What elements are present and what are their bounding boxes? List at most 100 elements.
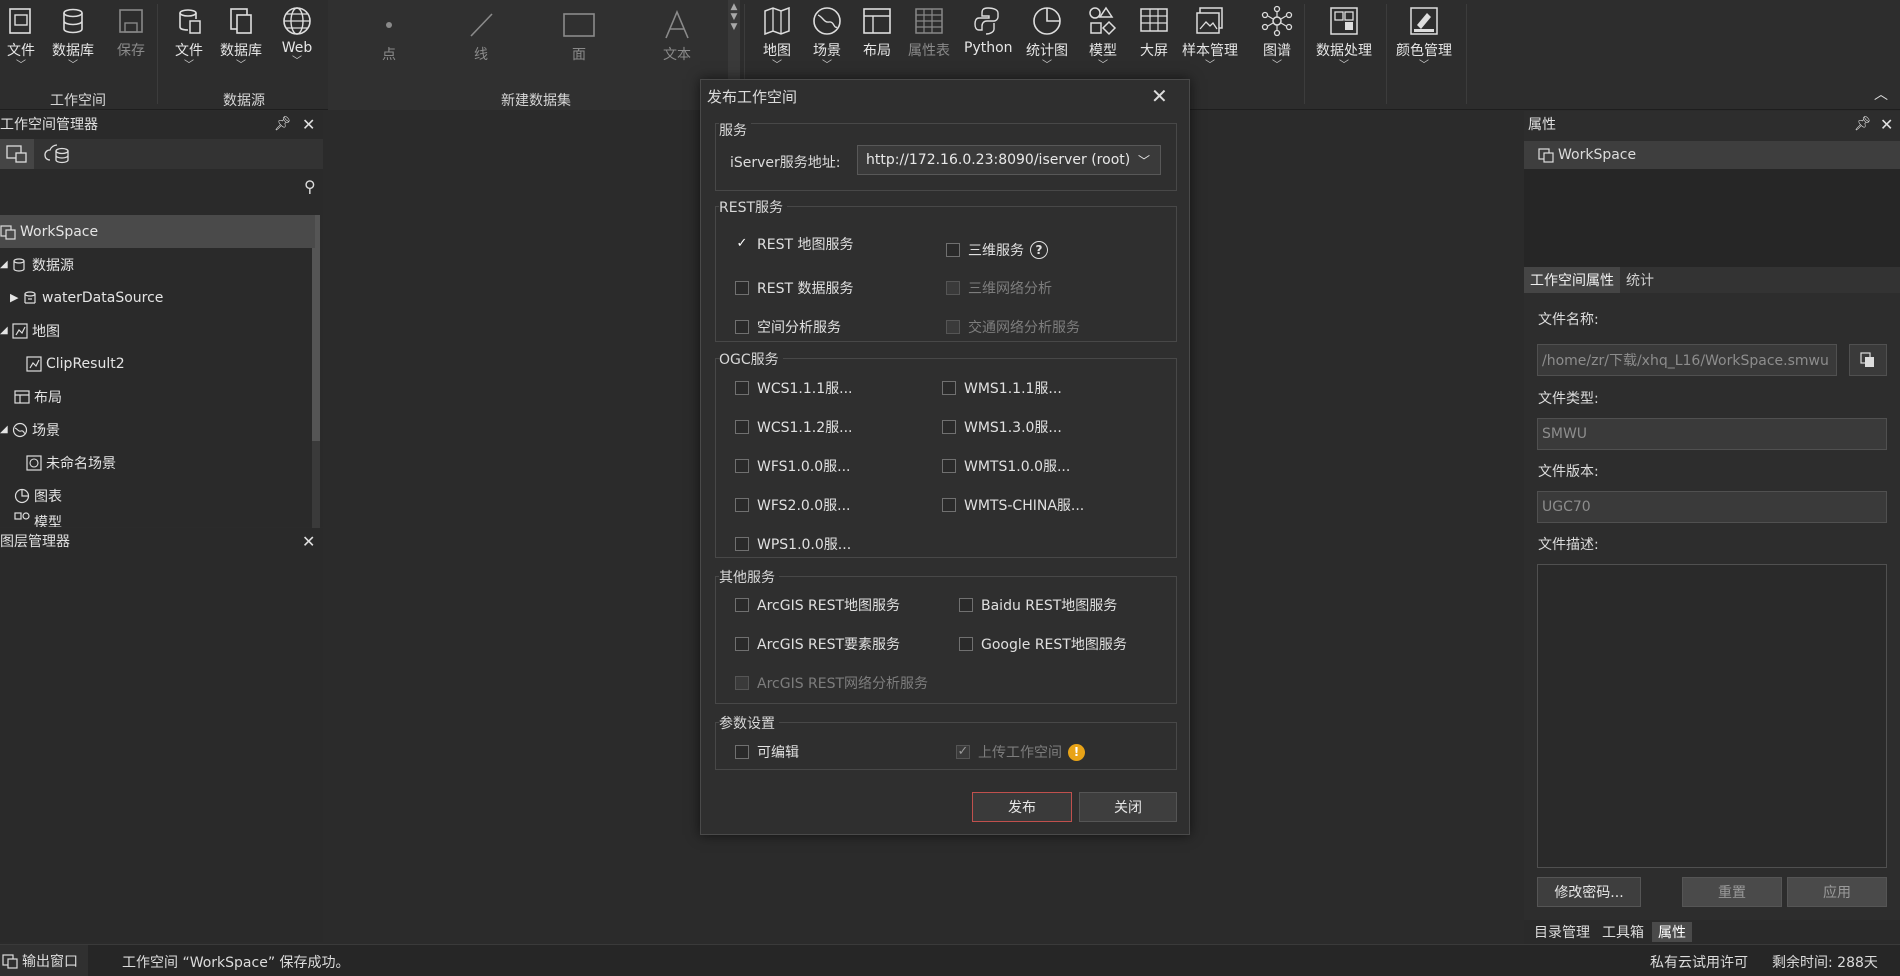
copy-path-button[interactable]: [1849, 344, 1887, 376]
tree-item-untitled-scene[interactable]: 未命名场景: [0, 446, 315, 479]
selected-object-row[interactable]: WorkSpace: [1524, 141, 1900, 169]
3d-network-analysis-checkbox[interactable]: 三维网络分析: [946, 278, 1052, 298]
datasource-database-button[interactable]: 数据库 ﹀: [220, 4, 262, 71]
datasource-file-button[interactable]: 文件 ﹀: [172, 4, 206, 71]
tab-workspace-tree[interactable]: [0, 139, 34, 169]
datasource-web-button[interactable]: Web ﹀: [280, 4, 314, 67]
close-dialog-button[interactable]: 关闭: [1079, 792, 1177, 822]
tree-item-scenes[interactable]: ◢ 场景: [0, 413, 315, 446]
workspace-file-button[interactable]: 文件 ﹀: [4, 4, 38, 71]
wms111-checkbox[interactable]: WMS1.1.1服...: [942, 378, 1062, 398]
file-type-field[interactable]: SMWU: [1537, 418, 1887, 450]
tab-toolbox[interactable]: 工具箱: [1598, 922, 1648, 942]
checkbox-box: [946, 281, 960, 295]
close-icon[interactable]: ✕: [302, 532, 315, 551]
ribbon-scroll-handle[interactable]: ▲ ▼ ▼: [728, 0, 740, 80]
tab-statistics[interactable]: 统计: [1620, 267, 1660, 293]
layer-manager-header: 图层管理器 ✕: [0, 528, 323, 554]
python-button[interactable]: Python: [964, 4, 1013, 56]
help-icon[interactable]: ?: [1030, 241, 1048, 259]
tree-item-label: waterDataSource: [42, 289, 164, 306]
layer-manager-panel: 图层管理器 ✕: [0, 528, 323, 942]
output-window-label: 输出窗口: [22, 954, 78, 970]
collapse-ribbon-icon[interactable]: ︿: [1874, 84, 1888, 104]
color-manage-button[interactable]: 颜色管理 ﹀: [1396, 4, 1452, 71]
workspace-save-button[interactable]: 保存: [114, 4, 148, 60]
search-icon[interactable]: ⚲: [304, 177, 316, 196]
reset-button[interactable]: 重置: [1682, 877, 1782, 907]
new-point-button[interactable]: 点: [372, 8, 406, 64]
stat-chart-button[interactable]: 统计图 ﹀: [1026, 4, 1068, 71]
graph-button[interactable]: 图谱 ﹀: [1260, 4, 1294, 71]
arcgis-network-checkbox[interactable]: ArcGIS REST网络分析服务: [735, 673, 928, 693]
attribute-table-button[interactable]: 属性表: [908, 4, 950, 60]
tree-item-maps[interactable]: ◢ 地图: [0, 314, 315, 347]
tree-search-bar[interactable]: ⚲: [0, 175, 323, 201]
expand-arrow-icon[interactable]: ◢: [0, 424, 12, 435]
apply-button[interactable]: 应用: [1787, 877, 1887, 907]
wmts100-checkbox[interactable]: WMTS1.0.0服...: [942, 456, 1070, 476]
new-polygon-button[interactable]: 面: [562, 8, 596, 64]
tab-cloud[interactable]: [42, 141, 72, 167]
file-description-textarea[interactable]: [1537, 564, 1887, 868]
rest-data-checkbox[interactable]: REST 数据服务: [735, 278, 853, 298]
3d-service-checkbox[interactable]: 三维服务 ?: [946, 240, 1048, 260]
collapse-arrow-icon[interactable]: ▶: [10, 291, 22, 304]
wfs200-checkbox[interactable]: WFS2.0.0服...: [735, 495, 851, 515]
change-password-button[interactable]: 修改密码...: [1537, 877, 1641, 907]
wms130-checkbox[interactable]: WMS1.3.0服...: [942, 417, 1062, 437]
google-map-checkbox[interactable]: Google REST地图服务: [959, 634, 1127, 654]
rest-map-checkbox[interactable]: ✓ REST 地图服务: [735, 234, 854, 254]
publish-button[interactable]: 发布: [972, 792, 1072, 822]
file-name-field[interactable]: /home/zr/下载/xhq_L16/WorkSpace.smwu: [1537, 344, 1837, 376]
new-line-button[interactable]: 线: [464, 8, 498, 64]
dashboard-button[interactable]: 大屏: [1137, 4, 1171, 60]
file-version-field[interactable]: UGC70: [1537, 491, 1887, 523]
data-processing-button[interactable]: 数据处理 ﹀: [1316, 4, 1372, 71]
checkbox-box: [946, 243, 960, 257]
dialog-close-icon[interactable]: ✕: [1151, 84, 1168, 108]
tree-item-workspace[interactable]: WorkSpace: [0, 215, 315, 248]
map-button[interactable]: 地图 ﹀: [760, 4, 794, 71]
tree-item-models[interactable]: 模型: [0, 512, 315, 527]
wps100-checkbox[interactable]: WPS1.0.0服...: [735, 534, 851, 554]
arcgis-feature-checkbox[interactable]: ArcGIS REST要素服务: [735, 634, 900, 654]
layout-button[interactable]: 布局: [860, 4, 894, 60]
warning-icon[interactable]: !: [1068, 743, 1085, 761]
scene-button[interactable]: 场景 ﹀: [810, 4, 844, 71]
traffic-network-checkbox[interactable]: 交通网络分析服务: [946, 317, 1080, 337]
expand-arrow-icon[interactable]: ◢: [0, 259, 12, 270]
expand-arrow-icon[interactable]: ◢: [0, 325, 12, 336]
upload-workspace-checkbox[interactable]: ✓ 上传工作空间 !: [956, 742, 1085, 762]
baidu-map-checkbox[interactable]: Baidu REST地图服务: [959, 595, 1117, 615]
close-icon[interactable]: ✕: [302, 115, 315, 134]
arcgis-network-label: ArcGIS REST网络分析服务: [757, 676, 929, 692]
editable-checkbox[interactable]: 可编辑: [735, 742, 799, 762]
tab-workspace-properties[interactable]: 工作空间属性: [1524, 267, 1620, 293]
tree-item-water-datasource[interactable]: ▶ waterDataSource: [0, 281, 315, 314]
tree-item-layouts[interactable]: 布局: [0, 380, 315, 413]
model-button[interactable]: 模型 ﹀: [1086, 4, 1120, 71]
pin-icon[interactable]: 📌︎: [274, 116, 292, 132]
workspace-database-button[interactable]: 数据库 ﹀: [52, 4, 94, 71]
tree-item-charts[interactable]: 图表: [0, 479, 315, 512]
tab-properties[interactable]: 属性: [1652, 922, 1692, 942]
close-icon[interactable]: ✕: [1880, 115, 1893, 134]
wfs100-checkbox[interactable]: WFS1.0.0服...: [735, 456, 851, 476]
sample-manage-button[interactable]: 样本管理 ﹀: [1182, 4, 1238, 71]
spatial-analysis-checkbox[interactable]: 空间分析服务: [735, 317, 841, 337]
tree-item-clipresult2[interactable]: ClipResult2: [0, 347, 315, 380]
wcs112-checkbox[interactable]: WCS1.1.2服...: [735, 417, 852, 437]
python-icon: [971, 4, 1005, 38]
tab-directory-manager[interactable]: 目录管理: [1530, 922, 1594, 942]
new-text-button[interactable]: 文本: [660, 8, 694, 64]
wmts-china-checkbox[interactable]: WMTS-CHINA服...: [942, 495, 1084, 515]
tree-item-datasources[interactable]: ◢ 数据源: [0, 248, 315, 281]
output-window-tab[interactable]: 输出窗口: [0, 945, 88, 976]
arcgis-map-checkbox[interactable]: ArcGIS REST地图服务: [735, 595, 900, 615]
pin-icon[interactable]: 📌︎: [1854, 116, 1872, 132]
scenes-icon: [12, 422, 28, 437]
iserver-address-select[interactable]: http://172.16.0.23:8090/iserver (root) ﹀: [857, 145, 1161, 175]
wcs111-checkbox[interactable]: WCS1.1.1服...: [735, 378, 852, 398]
save-icon: [114, 4, 148, 38]
